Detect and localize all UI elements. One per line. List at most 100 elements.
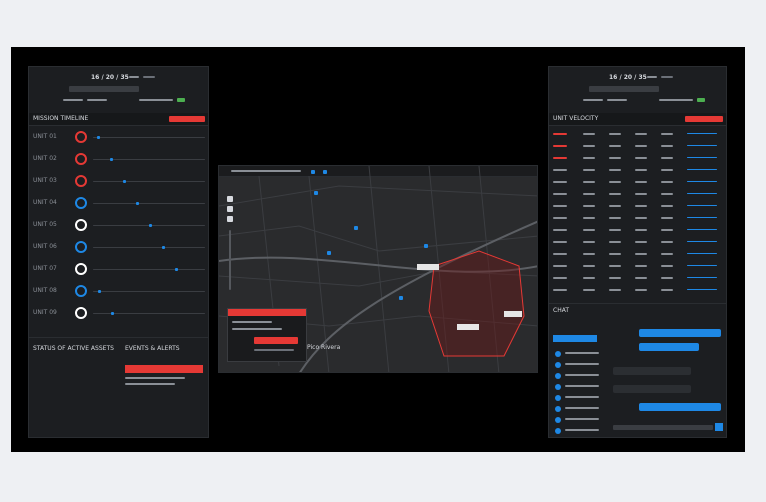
filter-2[interactable] (607, 99, 627, 101)
velocity-row-id[interactable] (553, 217, 567, 219)
mode-chip-2[interactable] (143, 76, 155, 78)
velocity-row-id[interactable] (553, 229, 567, 231)
timeline-event[interactable] (110, 158, 113, 161)
callout-1[interactable] (417, 264, 439, 270)
avatar[interactable] (555, 395, 561, 401)
filter-1[interactable] (63, 99, 83, 101)
velocity-cell (661, 193, 673, 195)
unit-row-label: UNIT 07 (33, 265, 57, 272)
avatar[interactable] (555, 406, 561, 412)
mission-panel: 16 / 20 / 35 MISSION TIMELINE UNIT 01 UNI… (28, 66, 209, 438)
avatar[interactable] (555, 384, 561, 390)
unit-marker[interactable] (314, 191, 318, 195)
velocity-cell (635, 289, 647, 291)
chat-contact-name[interactable] (565, 374, 599, 376)
place-label: Pico Rivera (307, 344, 341, 351)
timeline-event[interactable] (149, 224, 152, 227)
chat-input[interactable] (613, 425, 713, 430)
chat-contact-name[interactable] (565, 352, 599, 354)
timeline-event[interactable] (136, 202, 139, 205)
unit-status-ring[interactable] (75, 131, 87, 143)
filter-2[interactable] (87, 99, 107, 101)
secondary-button[interactable] (254, 349, 294, 351)
timeline-event[interactable] (175, 268, 178, 271)
velocity-row-id[interactable] (553, 205, 567, 207)
toggle-switch[interactable] (177, 98, 185, 102)
velocity-trend (687, 217, 717, 218)
chat-contact-name[interactable] (565, 385, 599, 387)
chat-contact-name[interactable] (565, 363, 599, 365)
avatar[interactable] (555, 373, 561, 379)
unit-status-ring[interactable] (75, 307, 87, 319)
search-input[interactable] (589, 86, 659, 92)
toggle-switch[interactable] (697, 98, 705, 102)
alert-banner[interactable] (125, 365, 203, 373)
avatar[interactable] (555, 351, 561, 357)
unit-status-ring[interactable] (75, 241, 87, 253)
send-button[interactable] (715, 423, 723, 431)
unit-marker[interactable] (327, 251, 331, 255)
chat-contact-name[interactable] (565, 418, 599, 420)
velocity-row-id[interactable] (553, 193, 567, 195)
mode-chip[interactable] (647, 76, 657, 78)
velocity-cell (583, 289, 595, 291)
search-input[interactable] (69, 86, 139, 92)
map-view[interactable]: Pico Rivera (218, 165, 538, 373)
avatar[interactable] (555, 417, 561, 423)
add-unit-button[interactable] (685, 116, 723, 122)
velocity-row-id[interactable] (553, 157, 567, 159)
velocity-cell (635, 205, 647, 207)
zoom-out-icon[interactable] (227, 206, 233, 212)
timeline-event[interactable] (111, 312, 114, 315)
avatar[interactable] (555, 428, 561, 434)
chat-tab-active[interactable] (553, 335, 597, 342)
dispatch-button[interactable] (254, 337, 298, 344)
velocity-cell (661, 265, 673, 267)
timeline-event[interactable] (98, 290, 101, 293)
velocity-cell (635, 157, 647, 159)
filter-1[interactable] (583, 99, 603, 101)
velocity-cell (609, 205, 621, 207)
unit-status-ring[interactable] (75, 285, 87, 297)
mode-chip-2[interactable] (661, 76, 673, 78)
chat-contact-name[interactable] (565, 429, 599, 431)
unit-status-ring[interactable] (75, 263, 87, 275)
velocity-trend (687, 205, 717, 206)
velocity-row-id[interactable] (553, 253, 567, 255)
chat-contact-name[interactable] (565, 407, 599, 409)
timeline-event[interactable] (97, 136, 100, 139)
layers-icon[interactable] (227, 216, 233, 222)
timeline-event[interactable] (162, 246, 165, 249)
velocity-trend (687, 241, 717, 242)
unit-marker[interactable] (399, 296, 403, 300)
callout-3[interactable] (504, 311, 522, 317)
unit-row-label: UNIT 08 (33, 287, 57, 294)
unit-status-ring[interactable] (75, 197, 87, 209)
zoom-in-icon[interactable] (227, 196, 233, 202)
unit-status-ring[interactable] (75, 219, 87, 231)
timeline-event[interactable] (123, 180, 126, 183)
velocity-row-id[interactable] (553, 277, 567, 279)
velocity-row-id[interactable] (553, 145, 567, 147)
velocity-cell (661, 253, 673, 255)
chat-contact-name[interactable] (565, 396, 599, 398)
velocity-row-id[interactable] (553, 181, 567, 183)
velocity-row-id[interactable] (553, 133, 567, 135)
unit-status-ring[interactable] (75, 175, 87, 187)
velocity-row-id[interactable] (553, 241, 567, 243)
unit-marker[interactable] (354, 226, 358, 230)
unit-status-ring[interactable] (75, 153, 87, 165)
velocity-row-id[interactable] (553, 289, 567, 291)
add-mission-button[interactable] (169, 116, 205, 122)
mode-chip[interactable] (129, 76, 139, 78)
avatar[interactable] (555, 362, 561, 368)
callout-2[interactable] (457, 324, 479, 330)
timeline-track (93, 313, 205, 314)
unit-marker[interactable] (424, 244, 428, 248)
zoom-slider[interactable] (229, 230, 231, 290)
incident-card[interactable] (227, 308, 307, 362)
velocity-row-id[interactable] (553, 169, 567, 171)
velocity-row-id[interactable] (553, 265, 567, 267)
unit-row-label: UNIT 09 (33, 309, 57, 316)
chat-bubble-out (639, 343, 699, 351)
